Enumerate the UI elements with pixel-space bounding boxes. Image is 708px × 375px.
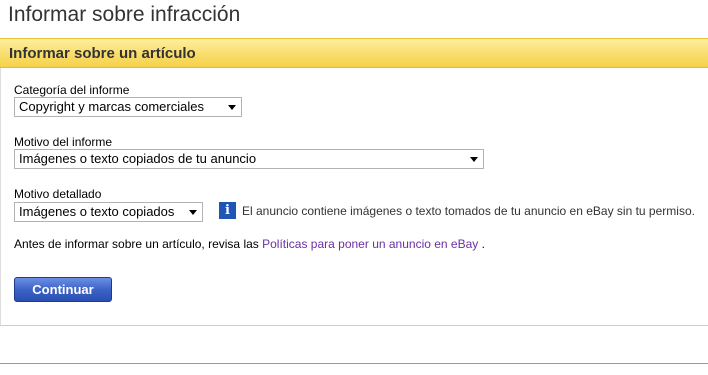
report-reason-value: Imágenes o texto copiados de tu anuncio [19, 151, 257, 166]
chevron-down-icon [228, 105, 236, 110]
section-title: Informar sobre un artículo [9, 45, 196, 62]
info-icon: i [219, 202, 236, 219]
policy-notice: Antes de informar sobre un artículo, rev… [14, 237, 485, 251]
continue-button[interactable]: Continuar [14, 277, 112, 302]
bottom-divider [0, 363, 708, 364]
detailed-reason-value: Imágenes o texto copiados [19, 204, 175, 219]
page-title: Informar sobre infracción [8, 3, 241, 26]
report-category-label: Categoría del informe [14, 83, 130, 97]
policy-notice-suffix: . [478, 237, 485, 251]
detailed-reason-label: Motivo detallado [14, 187, 102, 201]
detailed-reason-select[interactable]: Imágenes o texto copiados [14, 202, 203, 222]
report-reason-select[interactable]: Imágenes o texto copiados de tu anuncio [14, 149, 484, 169]
listing-policies-link[interactable]: Políticas para poner un anuncio en eBay [262, 237, 478, 251]
chevron-down-icon [470, 157, 478, 162]
section-header: Informar sobre un artículo [0, 38, 708, 68]
policy-notice-prefix: Antes de informar sobre un artículo, rev… [14, 237, 263, 251]
report-infringement-page: Informar sobre infracción Informar sobre… [0, 0, 708, 375]
report-category-select[interactable]: Copyright y marcas comerciales [14, 97, 242, 117]
detailed-reason-info-text: El anuncio contiene imágenes o texto tom… [242, 204, 695, 218]
report-reason-label: Motivo del informe [14, 135, 113, 149]
report-category-value: Copyright y marcas comerciales [19, 99, 204, 114]
chevron-down-icon [189, 210, 197, 215]
